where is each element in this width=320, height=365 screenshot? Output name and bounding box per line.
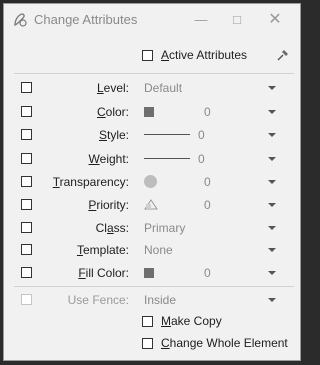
class-select[interactable]: Primary	[140, 218, 280, 238]
weight-label: Weight:	[88, 152, 129, 166]
transparency-select[interactable]: 0	[140, 172, 280, 192]
priority-checkbox[interactable]	[21, 199, 32, 210]
chevron-down-icon	[268, 157, 276, 161]
use-fence-checkbox[interactable]	[21, 294, 32, 305]
style-row: Style: 0	[4, 125, 300, 145]
make-copy-label[interactable]: Make Copy	[161, 314, 222, 328]
chevron-down-icon	[268, 298, 276, 302]
level-select[interactable]: Default	[140, 78, 280, 98]
level-row: Level: Default	[4, 78, 300, 98]
chevron-down-icon	[268, 271, 276, 275]
chevron-down-icon	[268, 248, 276, 252]
divider	[14, 73, 294, 74]
template-checkbox[interactable]	[21, 244, 32, 255]
template-row: Template: None	[4, 240, 300, 260]
transparency-checkbox[interactable]	[21, 176, 32, 187]
color-label: Color:	[96, 105, 129, 119]
style-checkbox[interactable]	[21, 129, 32, 140]
level-label: Level:	[96, 81, 129, 95]
chevron-down-icon	[268, 180, 276, 184]
level-checkbox[interactable]	[21, 82, 32, 93]
template-select[interactable]: None	[140, 240, 280, 260]
transparency-icon	[144, 175, 157, 188]
fill-color-select[interactable]: 0	[140, 263, 280, 283]
pick-attributes-icon[interactable]	[276, 48, 290, 62]
window-title: Change Attributes	[34, 12, 138, 27]
close-button[interactable]: ✕	[264, 10, 286, 30]
class-checkbox[interactable]	[21, 222, 32, 233]
weight-row: Weight: 0	[4, 149, 300, 169]
chevron-down-icon	[268, 110, 276, 114]
weight-select[interactable]: 0	[140, 149, 280, 169]
use-fence-row: Use Fence: Inside	[4, 290, 300, 310]
color-row: Color: 0	[4, 102, 300, 122]
priority-select[interactable]: 0	[140, 195, 280, 215]
priority-row: Priority: 0	[4, 195, 300, 215]
divider	[14, 286, 294, 287]
priority-label: Priority:	[88, 198, 129, 212]
transparency-row: Transparency: 0	[4, 172, 300, 192]
chevron-down-icon	[268, 133, 276, 137]
title-bar[interactable]: Change Attributes — □ ✕	[4, 4, 300, 36]
change-whole-element-checkbox[interactable]	[142, 338, 153, 349]
chevron-down-icon	[268, 86, 276, 90]
line-style-swatch	[144, 134, 190, 135]
active-attributes-label[interactable]: Active Attributes	[161, 48, 247, 62]
color-swatch	[144, 107, 154, 117]
color-select[interactable]: 0	[140, 102, 280, 122]
change-whole-element-label[interactable]: Change Whole Element	[161, 336, 288, 350]
active-attributes-checkbox[interactable]	[142, 50, 153, 61]
chevron-down-icon	[268, 226, 276, 230]
use-fence-select[interactable]: Inside	[140, 290, 280, 310]
style-select[interactable]: 0	[140, 125, 280, 145]
class-label: Class:	[95, 221, 129, 235]
template-label: Template:	[76, 243, 129, 257]
class-row: Class: Primary	[4, 218, 300, 238]
priority-icon	[144, 199, 158, 210]
fill-color-checkbox[interactable]	[21, 267, 32, 278]
transparency-label: Transparency:	[52, 175, 129, 189]
chevron-down-icon	[268, 203, 276, 207]
style-label: Style:	[98, 128, 129, 142]
change-attributes-icon	[14, 13, 27, 27]
line-weight-swatch	[144, 158, 190, 159]
change-attributes-dialog: Change Attributes — □ ✕ Active Attribute…	[3, 3, 301, 361]
fill-color-label: Fill Color:	[78, 266, 129, 280]
minimize-button[interactable]: —	[190, 10, 212, 30]
maximize-button[interactable]: □	[226, 10, 248, 30]
fill-color-swatch	[144, 268, 154, 278]
use-fence-label: Use Fence:	[67, 293, 129, 307]
fill-color-row: Fill Color: 0	[4, 263, 300, 283]
weight-checkbox[interactable]	[21, 153, 32, 164]
make-copy-checkbox[interactable]	[142, 316, 153, 327]
color-checkbox[interactable]	[21, 106, 32, 117]
